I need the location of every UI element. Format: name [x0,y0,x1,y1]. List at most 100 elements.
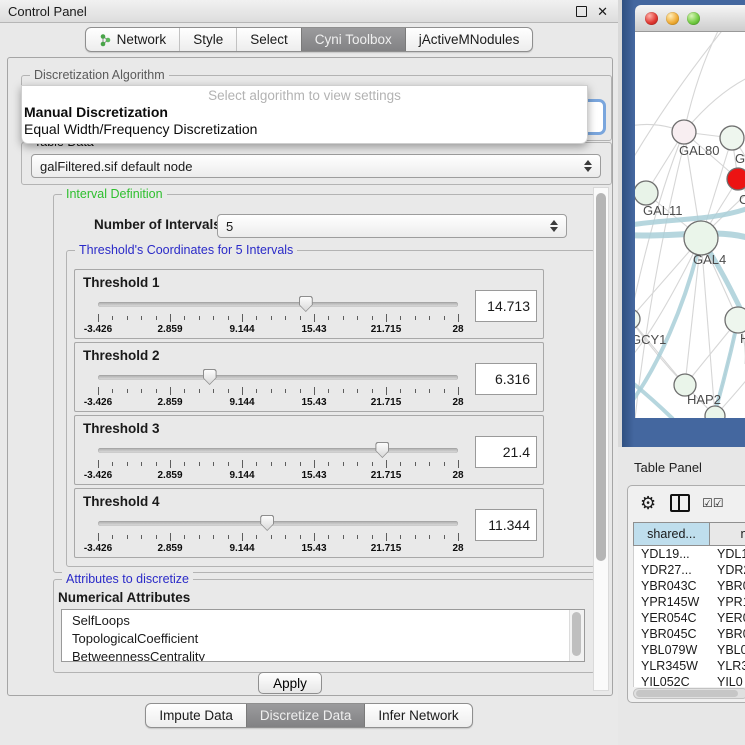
slider-thumb-icon[interactable] [375,442,389,458]
slider-scale-labels: -3.4262.8599.14415.4321.71528 [98,324,458,336]
network-view-background: GAL80GAGAL11CGAL4GCY1HHAP2 [622,0,745,447]
float-icon[interactable] [576,6,587,17]
cell-name: YIL0 [711,675,743,687]
slider-thumb-icon[interactable] [299,296,313,312]
threshold-label: Threshold 2 [83,348,160,363]
threshold-box: Threshold 3 -3.4262.8599.14415.4321.7152… [74,415,544,485]
tab-impute-data[interactable]: Impute Data [146,704,246,727]
minimize-traffic-light-icon[interactable] [666,12,679,25]
threshold-box: Threshold 2 -3.4262.8599.14415.4321.7152… [74,342,544,412]
network-node[interactable] [672,120,696,144]
algorithm-option[interactable]: Manual Discretization [24,104,585,121]
tab-label: Infer Network [378,708,458,723]
slider-ticks [98,533,458,542]
network-node[interactable] [635,181,658,205]
threshold-box: Threshold 1 -3.4262.8599.14415.4321.7152… [74,269,544,339]
threshold-slider[interactable]: -3.4262.8599.14415.4321.71528 [98,442,458,482]
columns-icon[interactable] [670,494,690,512]
table-header: shared...na [633,522,745,546]
network-node[interactable] [684,221,718,255]
slider-thumb-icon[interactable] [203,369,217,385]
cell-name: YBL0 [711,643,745,657]
node-label: GAL80 [679,143,719,158]
apply-button[interactable]: Apply [258,672,322,694]
gear-icon[interactable]: ⚙ [640,494,656,512]
slider-track[interactable] [98,448,458,453]
threshold-value-field[interactable]: 14.713 [475,290,537,322]
table-hscrollbar[interactable] [633,688,745,699]
list-scrollbar[interactable] [569,610,584,661]
node-label: C [739,192,745,207]
table-row[interactable]: YER054CYER0 [634,610,745,626]
tab-label: jActiveMNodules [419,32,520,47]
slider-track[interactable] [98,302,458,307]
network-node[interactable] [720,126,744,150]
threshold-value-field[interactable]: 11.344 [475,509,537,541]
tab-select[interactable]: Select [236,28,301,51]
tab-network[interactable]: Network [86,28,180,51]
panel-title: Control Panel [8,4,87,19]
slider-thumb-icon[interactable] [260,515,274,531]
threshold-label: Threshold 3 [83,421,160,436]
threshold-slider[interactable]: -3.4262.8599.14415.4321.71528 [98,369,458,409]
threshold-slider[interactable]: -3.4262.8599.14415.4321.71528 [98,515,458,555]
slider-track[interactable] [98,521,458,526]
network-node[interactable] [725,307,745,333]
threshold-value-field[interactable]: 21.4 [475,436,537,468]
combo-stepper-icon [583,159,592,173]
table-row[interactable]: YBR045CYBR0 [634,626,745,642]
screen: Control Panel ✕ Network Style Select Cyni T… [0,0,745,745]
slider-track[interactable] [98,375,458,380]
attributes-group-title: Attributes to discretize [62,572,193,586]
node-label: HAP2 [687,392,721,407]
zoom-traffic-light-icon[interactable] [687,12,700,25]
network-window-titlebar[interactable] [635,5,745,32]
table-toolbar: ⚙ ☑☑ [628,486,745,520]
threshold-slider[interactable]: -3.4262.8599.14415.4321.71528 [98,296,458,336]
tab-style[interactable]: Style [179,28,236,51]
top-tab-strip: Network Style Select Cyni Toolbox jActiveMNo… [85,27,534,52]
table-data-combobox[interactable]: galFiltered.sif default node [31,154,601,178]
network-node[interactable] [727,168,745,190]
control-panel: Control Panel ✕ Network Style Select Cyni T… [0,0,618,745]
cell-shared-name: YDR27... [634,563,711,577]
checkbox-icons[interactable]: ☑☑ [702,496,724,510]
algorithm-group-title: Discretization Algorithm [30,68,169,82]
close-icon[interactable]: ✕ [597,5,608,18]
tab-label: Cyni Toolbox [315,32,392,47]
panel-scrollbar[interactable] [593,187,609,691]
network-node[interactable] [635,309,640,329]
cell-name: YLR3 [711,659,745,673]
tab-discretize-data[interactable]: Discretize Data [246,704,365,727]
table-row[interactable]: YBR043CYBR0 [634,578,745,594]
table-row[interactable]: YIL052CYIL0 [634,674,745,687]
number-of-intervals-combobox[interactable]: 5 [217,214,567,238]
column-header[interactable]: na [710,522,745,546]
network-canvas[interactable]: GAL80GAGAL11CGAL4GCY1HHAP2 [635,32,745,418]
list-scrollbar-thumb[interactable] [572,612,581,656]
table-row[interactable]: YDR27...YDR2 [634,562,745,578]
attribute-item[interactable]: TopologicalCoefficient [72,630,568,648]
cell-name: YDR2 [711,563,745,577]
table-hscrollbar-thumb[interactable] [636,690,738,697]
attributes-group: Attributes to discretize Numerical Attri… [53,579,595,673]
tab-jactivemnodules[interactable]: jActiveMNodules [405,28,533,51]
attribute-item[interactable]: SelfLoops [72,612,568,630]
algorithm-option[interactable]: Equal Width/Frequency Discretization [24,121,585,138]
numerical-attributes-list[interactable]: SelfLoopsTopologicalCoefficientBetweenne… [61,609,585,662]
table-row[interactable]: YPR145WYPR1 [634,594,745,610]
attribute-item[interactable]: BetweennessCentrality [72,648,568,662]
table-row[interactable]: YBL079WYBL0 [634,642,745,658]
table-row[interactable]: YDL19...YDL1 [634,546,745,562]
panel-scrollbar-thumb[interactable] [596,193,606,561]
tab-label: Style [193,32,223,47]
threshold-value-field[interactable]: 6.316 [475,363,537,395]
table-row[interactable]: YLR345WYLR3 [634,658,745,674]
cell-shared-name: YPR145W [634,595,711,609]
slider-ticks [98,460,458,469]
column-header[interactable]: shared... [633,522,710,546]
number-of-intervals-value: 5 [226,219,233,234]
close-traffic-light-icon[interactable] [645,12,658,25]
tab-cyni-toolbox[interactable]: Cyni Toolbox [301,28,405,51]
tab-infer-network[interactable]: Infer Network [364,704,471,727]
